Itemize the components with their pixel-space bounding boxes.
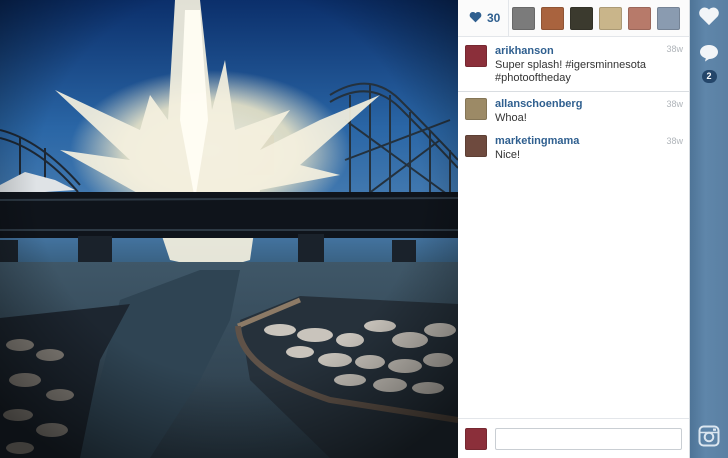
current-user-avatar: [465, 427, 487, 450]
comment-username[interactable]: marketingmama: [495, 135, 681, 147]
comment-username[interactable]: allanschoenberg: [495, 98, 681, 110]
avatar[interactable]: [465, 135, 487, 157]
speech-bubble-icon: [699, 44, 719, 67]
like-count[interactable]: 30: [458, 0, 510, 36]
comment-timestamp: 38w: [666, 136, 683, 146]
comment-compose: [458, 418, 689, 458]
liker-avatar[interactable]: [541, 6, 565, 30]
liker-avatar[interactable]: [599, 6, 623, 30]
comments-panel: 30 arikhanson Super splash! #igersminnes…: [458, 0, 690, 458]
like-button[interactable]: [690, 6, 728, 31]
avatar[interactable]: [465, 45, 487, 67]
heart-icon: [469, 11, 482, 26]
action-bar: 2: [690, 0, 728, 458]
avatar[interactable]: [465, 98, 487, 120]
liker-avatar[interactable]: [570, 6, 594, 30]
comment-timestamp: 38w: [666, 99, 683, 109]
likers-list: [509, 6, 681, 30]
liker-avatar[interactable]: [657, 6, 681, 30]
comment-item: marketingmama Nice! 38w: [458, 129, 689, 166]
like-count-value: 30: [487, 11, 501, 25]
comment-button[interactable]: 2: [690, 44, 728, 83]
photo-illustration: [0, 0, 458, 458]
caption: arikhanson Super splash! #igersminnesota…: [458, 37, 689, 92]
liker-avatar[interactable]: [512, 6, 536, 30]
instagram-camera-icon: [698, 425, 720, 452]
caption-timestamp: 38w: [666, 44, 683, 54]
photo[interactable]: [0, 0, 458, 458]
comment-count-badge: 2: [701, 70, 717, 83]
comment-input[interactable]: [495, 427, 682, 450]
likes-bar: 30: [458, 0, 689, 37]
comment-text: Nice!: [495, 149, 521, 161]
comment-item: allanschoenberg Whoa! 38w: [458, 92, 689, 129]
heart-icon: [698, 6, 720, 31]
caption-username[interactable]: arikhanson: [495, 45, 681, 57]
comment-text: Whoa!: [495, 112, 527, 124]
liker-avatar[interactable]: [628, 6, 652, 30]
caption-text: Super splash! #igersminnesota #photoofth…: [495, 59, 647, 84]
instagram-button[interactable]: [690, 425, 728, 452]
